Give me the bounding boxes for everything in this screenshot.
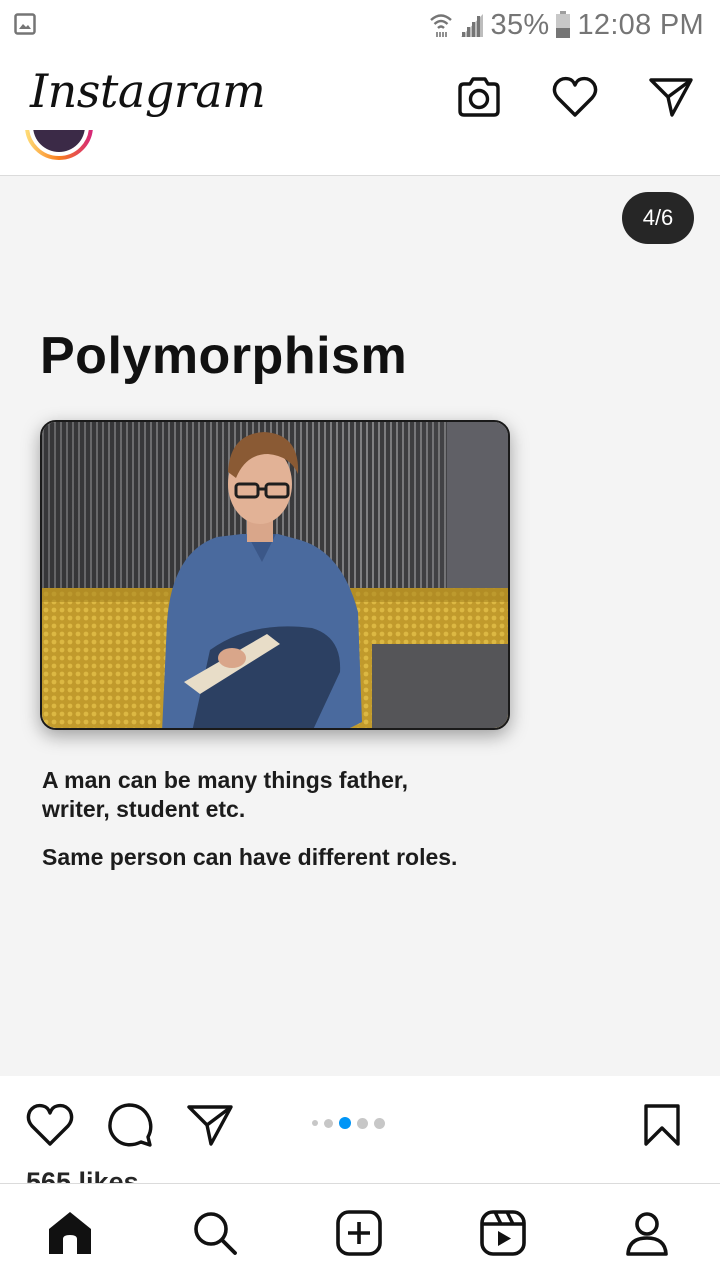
slide-paragraph-2: Same person can have different roles. — [42, 844, 458, 870]
carousel-dot — [312, 1120, 318, 1126]
post-action-bar — [0, 1076, 720, 1172]
carousel-counter: 4/6 — [622, 192, 694, 244]
battery-icon — [555, 11, 571, 39]
slide-title: Polymorphism — [40, 327, 408, 385]
search-icon[interactable] — [188, 1206, 242, 1260]
profile-icon[interactable] — [620, 1206, 674, 1260]
carousel-dots — [312, 1117, 385, 1129]
share-icon[interactable] — [184, 1100, 236, 1150]
like-icon[interactable] — [24, 1100, 76, 1150]
comment-icon[interactable] — [104, 1100, 156, 1150]
bookmark-icon[interactable] — [636, 1100, 688, 1150]
carousel-dot — [374, 1117, 385, 1129]
story-avatar[interactable] — [24, 130, 94, 162]
instagram-logo[interactable]: Instagram — [30, 64, 266, 118]
post-carousel-slide[interactable]: 4/6 Polymorphism A man can be many thing… — [0, 176, 720, 1076]
instagram-app-screen: 35% 12:08 PM Instagram 4/6 Polymorphism … — [0, 0, 720, 1280]
battery-percent: 35% — [490, 8, 550, 41]
app-header: Instagram — [0, 50, 720, 140]
camera-icon[interactable] — [454, 72, 504, 122]
carousel-dot — [357, 1117, 368, 1129]
signal-icon — [459, 12, 485, 38]
new-post-icon[interactable] — [332, 1206, 386, 1260]
reels-icon[interactable] — [476, 1206, 530, 1260]
home-icon[interactable] — [43, 1206, 97, 1260]
status-time: 12:08 PM — [577, 8, 704, 41]
direct-message-icon[interactable] — [646, 72, 696, 122]
wifi-icon — [429, 12, 453, 38]
carousel-dot-active — [339, 1117, 351, 1129]
heart-icon[interactable] — [550, 72, 600, 122]
status-bar: 35% 12:08 PM — [0, 0, 720, 50]
status-indicators: 35% 12:08 PM — [429, 8, 704, 42]
bottom-navigation — [0, 1183, 720, 1280]
gallery-notification-icon — [14, 13, 36, 35]
slide-paragraph-1: A man can be many things father, writer,… — [42, 767, 408, 822]
carousel-dot — [324, 1118, 333, 1128]
likes-count[interactable]: 565 likes — [26, 1166, 139, 1184]
man-writing-photo — [40, 420, 510, 730]
